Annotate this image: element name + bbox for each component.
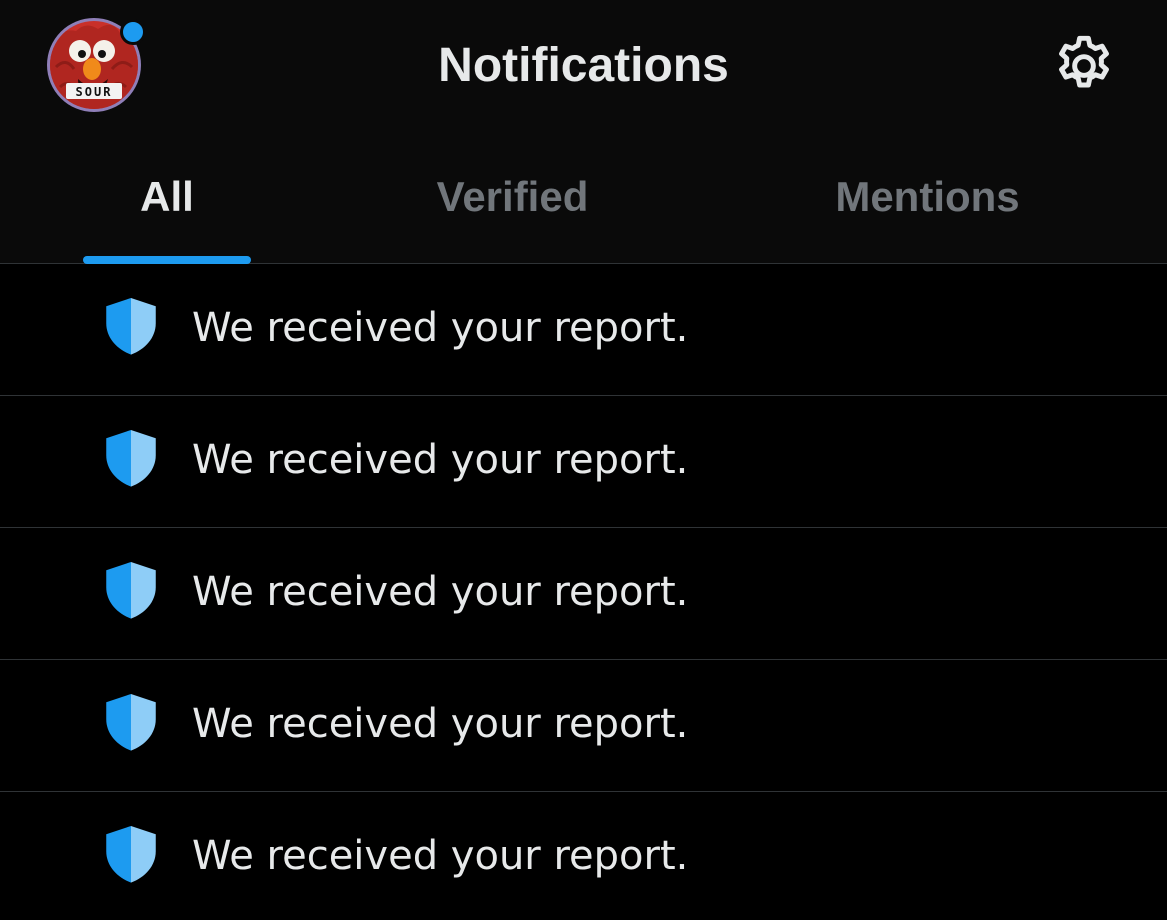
tab-mentions[interactable]: Mentions: [800, 150, 1055, 264]
notification-text: We received your report.: [192, 569, 689, 615]
notification-item[interactable]: We received your report.: [0, 396, 1167, 528]
page-title: Notifications: [438, 39, 729, 92]
notification-text: We received your report.: [192, 701, 689, 747]
tab-all[interactable]: All: [83, 150, 251, 264]
tab-verified[interactable]: Verified: [390, 150, 635, 264]
notification-item[interactable]: We received your report.: [0, 528, 1167, 660]
tab-all-label: All: [140, 173, 194, 220]
shield-icon: [106, 429, 156, 487]
settings-button[interactable]: [1049, 31, 1119, 101]
tab-selected-indicator: [83, 256, 251, 264]
notification-item[interactable]: We received your report.: [0, 792, 1167, 920]
notification-item[interactable]: We received your report.: [0, 264, 1167, 396]
shield-icon: [106, 561, 156, 619]
tab-verified-label: Verified: [436, 173, 589, 220]
notification-text: We received your report.: [192, 305, 689, 351]
tab-mentions-label: Mentions: [835, 173, 1020, 220]
tab-bar: All Verified Mentions: [0, 150, 1167, 264]
notification-text: We received your report.: [192, 833, 689, 879]
shield-icon: [106, 693, 156, 751]
top-bar: SOUR Notifications All Verified Mentions: [0, 0, 1167, 264]
notification-list: We received your report. We received you…: [0, 264, 1167, 920]
shield-icon: [106, 825, 156, 883]
gear-icon: [1059, 35, 1109, 88]
notification-text: We received your report.: [192, 437, 689, 483]
notification-item[interactable]: We received your report.: [0, 660, 1167, 792]
shield-icon: [106, 297, 156, 355]
